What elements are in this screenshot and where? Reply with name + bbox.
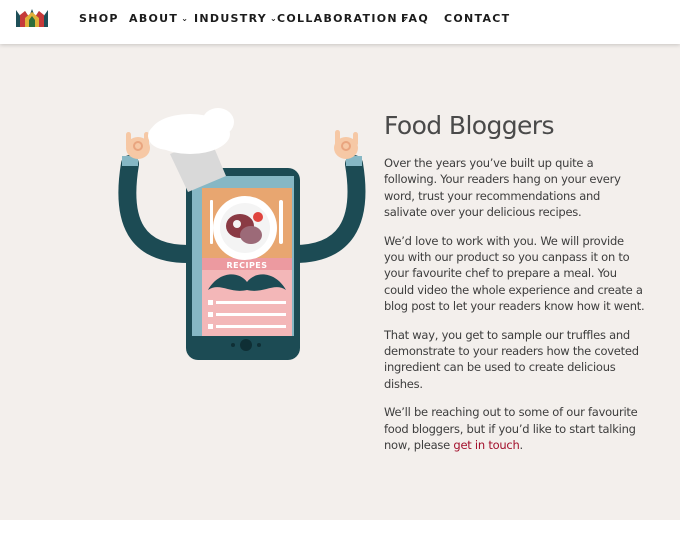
home-button-icon xyxy=(240,339,252,351)
nav-faq-label: FAQ xyxy=(401,12,430,25)
page-title: Food Bloggers xyxy=(384,111,555,140)
phone-chef-illustration: RECIPES xyxy=(118,108,366,360)
crown-logo-icon[interactable] xyxy=(16,9,48,27)
nav-about-label: ABOUT xyxy=(129,12,179,25)
get-in-touch-link[interactable]: get in touch xyxy=(453,438,519,452)
nav-shop-label: SHOP xyxy=(79,12,119,25)
paragraph-contact-end: . xyxy=(519,438,524,453)
paragraph-sampling: That way, you get to sample our truffles… xyxy=(384,327,639,391)
paragraph-intro: Over the years you’ve built up quite a f… xyxy=(384,156,621,220)
recipes-label: RECIPES xyxy=(226,261,267,270)
nav-industry[interactable]: INDUSTRY ⌄ xyxy=(194,12,278,25)
nav-industry-label: INDUSTRY xyxy=(194,12,268,25)
nav-contact-label: CONTACT xyxy=(444,12,511,25)
main-content: Food Bloggers Over the years you’ve buil… xyxy=(384,111,646,466)
nav-about[interactable]: ABOUT ⌄ xyxy=(129,12,189,25)
nav-collaboration[interactable]: COLLABORATION ⌄ xyxy=(277,12,409,25)
nav-faq[interactable]: FAQ xyxy=(401,12,429,25)
left-hand-icon xyxy=(126,132,150,159)
nav-contact[interactable]: CONTACT xyxy=(444,12,510,25)
top-navbar: SHOP ABOUT ⌄ INDUSTRY ⌄ COLLABORATION ⌄ FAQ… xyxy=(0,0,680,44)
paragraph-contact: We’ll be reaching out to some of our fav… xyxy=(384,404,646,453)
chevron-down-icon: ⌄ xyxy=(181,14,190,23)
nav-collaboration-label: COLLABORATION xyxy=(277,12,398,25)
right-hand-icon xyxy=(334,130,358,159)
footer-band xyxy=(0,520,680,555)
nav-shop[interactable]: SHOP xyxy=(79,12,119,25)
paragraph-collaboration: We’d love to work with you. We will prov… xyxy=(384,233,645,314)
